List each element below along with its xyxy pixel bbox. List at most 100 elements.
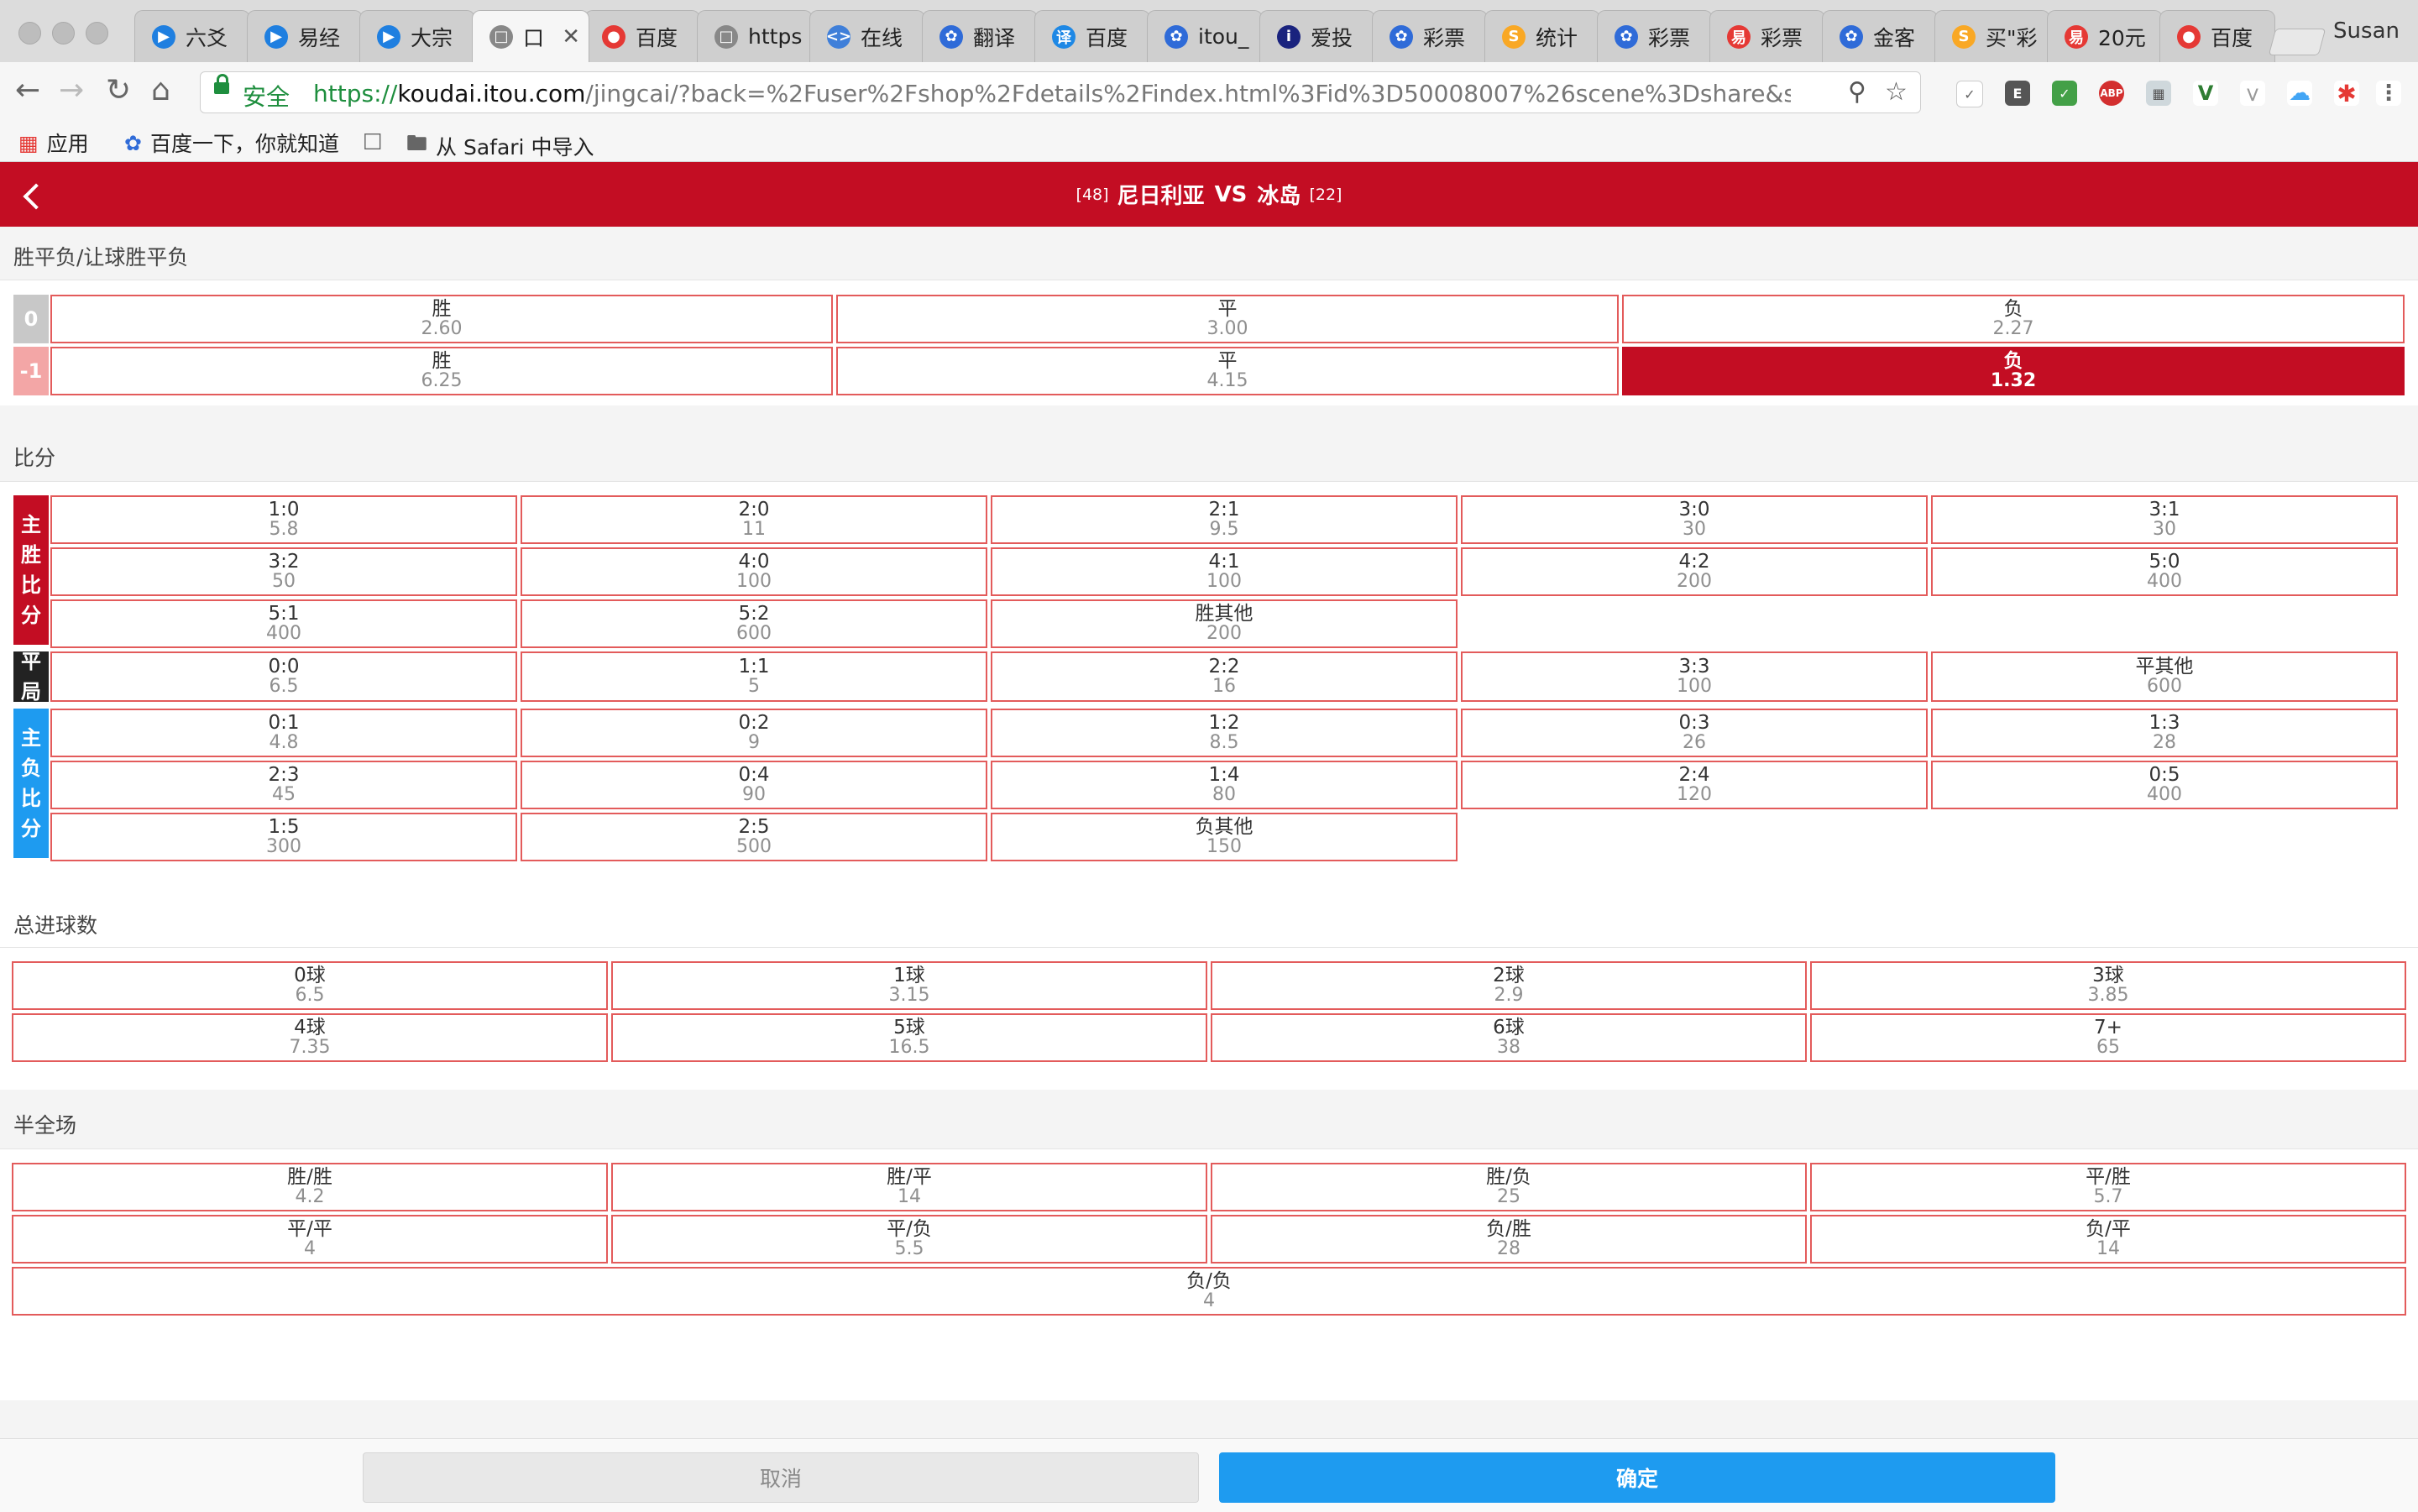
- score-option[interactable]: 4:1 100: [991, 547, 1458, 596]
- score-option[interactable]: 负其他 150: [991, 813, 1458, 861]
- half-full-option[interactable]: 平/胜 5.7: [1810, 1163, 2406, 1211]
- total-goals-option[interactable]: 7+ 65: [1810, 1013, 2406, 1062]
- browser-tab[interactable]: ▶ 大宗: [359, 10, 475, 62]
- browser-tab[interactable]: S 买"彩: [1934, 10, 2050, 62]
- browser-tab[interactable]: □ 口 ✕: [472, 10, 589, 62]
- total-goals-option[interactable]: 1球 3.15: [611, 961, 1207, 1010]
- total-goals-option[interactable]: 5球 16.5: [611, 1013, 1207, 1062]
- spf-option[interactable]: 平 3.00: [836, 295, 1619, 343]
- browser-tab[interactable]: ✿ 金客: [1822, 10, 1938, 62]
- reload-icon[interactable]: ↻: [106, 74, 131, 107]
- score-option[interactable]: 5:1 400: [50, 599, 517, 648]
- browser-tab[interactable]: 易 20元: [2047, 10, 2163, 62]
- browser-tab[interactable]: 易彩票: [1709, 10, 1825, 62]
- score-option[interactable]: 0:4 90: [521, 761, 987, 809]
- browser-tab[interactable]: 译百度: [1034, 10, 1150, 62]
- checkmark-extension-icon[interactable]: ✓: [1956, 81, 1983, 107]
- half-full-option[interactable]: 负/胜 28: [1211, 1215, 1807, 1263]
- score-option[interactable]: 2:2 16: [991, 651, 1458, 702]
- cloud-extension-icon[interactable]: ☁: [2287, 81, 2312, 106]
- score-option[interactable]: 3:0 30: [1461, 495, 1928, 544]
- browser-tab[interactable]: S 统计: [1484, 10, 1600, 62]
- bookmark-item[interactable]: ✿ 百度一下，你就知道: [124, 128, 339, 158]
- half-full-option[interactable]: 平/平 4: [12, 1215, 608, 1263]
- bookmark-item[interactable]: □: [363, 128, 391, 152]
- score-option[interactable]: 1:2 8.5: [991, 709, 1458, 757]
- browser-tab[interactable]: □ https: [697, 10, 813, 62]
- spf-option[interactable]: 胜 2.60: [50, 295, 833, 343]
- total-goals-option[interactable]: 3球 3.85: [1810, 961, 2406, 1010]
- total-goals-option[interactable]: 6球 38: [1211, 1013, 1807, 1062]
- score-option[interactable]: 1:4 80: [991, 761, 1458, 809]
- forward-arrow-icon[interactable]: →: [59, 74, 84, 107]
- profile-name[interactable]: Susan: [2333, 18, 2400, 44]
- browser-tab[interactable]: ▶ 易经: [247, 10, 363, 62]
- score-option[interactable]: 4:0 100: [521, 547, 987, 596]
- score-option[interactable]: 0:3 26: [1461, 709, 1928, 757]
- total-goals-option[interactable]: 0球 6.5: [12, 961, 608, 1010]
- score-option[interactable]: 4:2 200: [1461, 547, 1928, 596]
- score-option[interactable]: 1:1 5: [521, 651, 987, 702]
- total-goals-option[interactable]: 2球 2.9: [1211, 961, 1807, 1010]
- window-minimize-button[interactable]: [52, 22, 75, 44]
- score-option[interactable]: 3:2 50: [50, 547, 517, 596]
- score-option[interactable]: 3:1 30: [1931, 495, 2398, 544]
- vue-extension-icon[interactable]: V: [2193, 81, 2218, 106]
- browser-tab[interactable]: ● 百度: [2159, 10, 2275, 62]
- score-option[interactable]: 5:2 600: [521, 599, 987, 648]
- menu-kebab-icon[interactable]: ⋮: [2376, 81, 2401, 106]
- browser-tab[interactable]: ▶ 六爻: [134, 10, 250, 62]
- address-bar[interactable]: 安全 https://koudai.itou.com/jingcai/?back…: [200, 71, 1921, 113]
- window-zoom-button[interactable]: [86, 22, 108, 44]
- back-arrow-icon[interactable]: ←: [15, 74, 40, 107]
- new-tab-button[interactable]: [2268, 29, 2326, 55]
- score-option[interactable]: 0:5 400: [1931, 761, 2398, 809]
- score-option[interactable]: 5:0 400: [1931, 547, 2398, 596]
- score-option[interactable]: 2:5 500: [521, 813, 987, 861]
- score-option[interactable]: 2:0 11: [521, 495, 987, 544]
- spf-option[interactable]: 负 2.27: [1622, 295, 2405, 343]
- half-full-option[interactable]: 平/负 5.5: [611, 1215, 1207, 1263]
- score-option[interactable]: 1:0 5.8: [50, 495, 517, 544]
- score-option[interactable]: 1:3 28: [1931, 709, 2398, 757]
- evernote-extension-icon[interactable]: E: [2005, 81, 2030, 106]
- spf-option[interactable]: 负 1.32: [1622, 347, 2405, 395]
- total-goals-option[interactable]: 4球 7.35: [12, 1013, 608, 1062]
- url-text[interactable]: https://koudai.itou.com/jingcai/?back=%2…: [313, 80, 1791, 107]
- bookmark-item[interactable]: ▦ 应用: [18, 128, 89, 158]
- browser-tab[interactable]: <> 在线: [809, 10, 925, 62]
- score-option[interactable]: 2:4 120: [1461, 761, 1928, 809]
- half-full-option[interactable]: 胜/平 14: [611, 1163, 1207, 1211]
- score-option[interactable]: 0:1 4.8: [50, 709, 517, 757]
- bookmark-item[interactable]: 🖿 从 Safari 中导入: [406, 128, 594, 164]
- half-full-option[interactable]: 胜/负 25: [1211, 1163, 1807, 1211]
- score-option[interactable]: 2:3 45: [50, 761, 517, 809]
- tree-extension-icon[interactable]: ⋁: [2240, 81, 2265, 106]
- shield-extension-icon[interactable]: ✓: [2052, 81, 2077, 106]
- score-option[interactable]: 0:2 9: [521, 709, 987, 757]
- browser-tab[interactable]: ✿ itou_: [1147, 10, 1263, 62]
- grid-extension-icon[interactable]: ▦: [2146, 81, 2171, 106]
- browser-tab[interactable]: ● 百度: [584, 10, 700, 62]
- home-icon[interactable]: ⌂: [151, 74, 170, 107]
- confirm-button[interactable]: 确定: [1219, 1452, 2055, 1503]
- spf-option[interactable]: 胜 6.25: [50, 347, 833, 395]
- score-option[interactable]: 平其他 600: [1931, 651, 2398, 702]
- score-option[interactable]: 1:5 300: [50, 813, 517, 861]
- bookmark-star-icon[interactable]: ☆: [1885, 77, 1908, 107]
- close-icon[interactable]: ✕: [562, 24, 580, 50]
- browser-tab[interactable]: ✿ 彩票: [1597, 10, 1713, 62]
- browser-tab[interactable]: ✿ 彩票: [1372, 10, 1488, 62]
- score-option[interactable]: 2:1 9.5: [991, 495, 1458, 544]
- half-full-option[interactable]: 负/负 4: [12, 1267, 2406, 1316]
- score-option[interactable]: 0:0 6.5: [50, 651, 517, 702]
- cancel-button[interactable]: 取消: [363, 1452, 1199, 1503]
- window-close-button[interactable]: [18, 22, 41, 44]
- half-full-option[interactable]: 负/平 14: [1810, 1215, 2406, 1263]
- score-option[interactable]: 胜其他 200: [991, 599, 1458, 648]
- browser-tab[interactable]: i 爱投: [1259, 10, 1375, 62]
- spf-option[interactable]: 平 4.15: [836, 347, 1619, 395]
- browser-tab[interactable]: ✿ 翻译: [922, 10, 1038, 62]
- asterisk-extension-icon[interactable]: ✱: [2334, 80, 2359, 107]
- search-icon[interactable]: ⚲: [1848, 77, 1866, 107]
